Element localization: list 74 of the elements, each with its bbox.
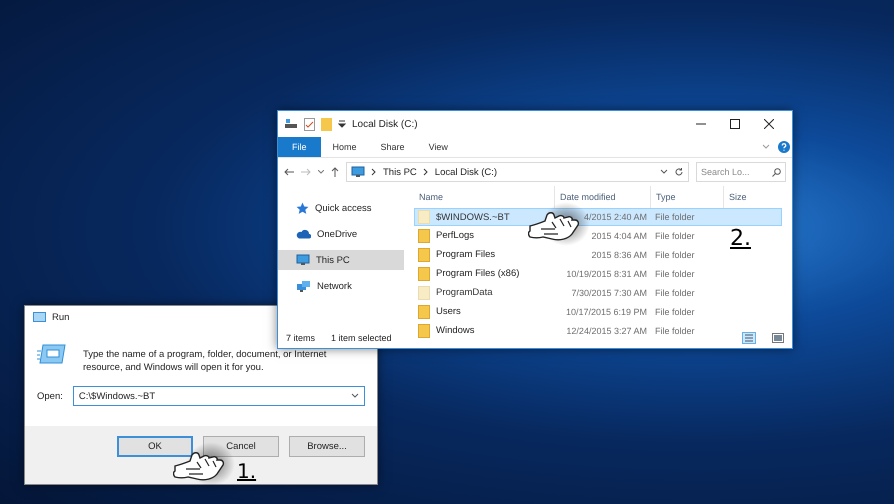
step-number: 2.: [730, 226, 751, 251]
details-view-icon[interactable]: [742, 332, 756, 344]
ribbon-tab[interactable]: Share: [368, 137, 417, 157]
chevron-right-icon: [371, 168, 377, 176]
breadcrumb[interactable]: Local Disk (C:): [434, 166, 498, 178]
selection-count: 1 item selected: [331, 333, 392, 343]
date-modified: 10/17/2015 6:19 PM: [564, 306, 648, 316]
dialog-title: Run: [52, 312, 70, 322]
dropdown-caret-icon[interactable]: [351, 393, 359, 399]
dialog-button[interactable]: Browse...: [289, 436, 365, 457]
file-name: Program Files (x86): [436, 268, 520, 279]
address-bar[interactable]: This PC Local Disk (C:): [346, 162, 689, 182]
dialog-button[interactable]: OK: [117, 436, 193, 457]
date-modified: 12/24/2015 3:27 AM: [565, 326, 648, 336]
help-icon[interactable]: [778, 141, 790, 153]
run-icon: [33, 312, 46, 322]
chevron-right-icon: [422, 168, 429, 176]
properties-icon[interactable]: [304, 118, 315, 130]
star-icon: [296, 202, 309, 214]
maximize-icon[interactable]: [730, 119, 740, 129]
date-modified: 7/30/2015 7:30 AM: [570, 288, 648, 298]
date-modified: 2015 4:04 AM: [590, 230, 648, 240]
breadcrumb[interactable]: This PC: [383, 166, 417, 178]
file-type: File folder: [654, 230, 696, 240]
file-name: PerfLogs: [436, 230, 474, 241]
search-icon: [772, 168, 781, 176]
date-modified: 2015 8:36 AM: [590, 250, 648, 260]
file-type: File folder: [654, 288, 696, 298]
file-type: File folder: [654, 212, 696, 222]
ribbon-tab[interactable]: Home: [320, 137, 369, 157]
close-icon[interactable]: [764, 119, 774, 129]
expand-ribbon-icon[interactable]: [762, 144, 770, 150]
customize-toolbar-icon[interactable]: [338, 120, 346, 128]
refresh-icon[interactable]: [674, 167, 684, 177]
file-type: File folder: [654, 250, 696, 260]
file-type: File folder: [654, 268, 696, 278]
step-number: 1.: [237, 460, 256, 482]
file-row[interactable]: Users 10/17/2015 6:19 PM File folder: [414, 303, 727, 321]
computer-icon: [296, 254, 310, 266]
column-header[interactable]: Name: [414, 186, 554, 208]
large-icons-view-icon[interactable]: [772, 333, 784, 343]
sidebar-item[interactable]: Quick access: [278, 198, 404, 218]
file-name: Users: [436, 306, 461, 317]
search-field[interactable]: Search Lo...: [696, 162, 786, 182]
file-name: Windows: [436, 325, 475, 336]
up-arrow-icon[interactable]: [331, 167, 339, 177]
field-label: Open:: [37, 390, 63, 402]
file-name: ProgramData: [436, 287, 492, 298]
dropdown-caret-icon[interactable]: [660, 169, 668, 175]
file-row[interactable]: PerfLogs 2015 4:04 AM File folder: [414, 227, 727, 245]
file-name: $WINDOWS.~BT: [436, 212, 510, 222]
sidebar-item[interactable]: OneDrive: [278, 224, 404, 244]
sidebar-item[interactable]: Network: [278, 276, 404, 296]
open-field[interactable]: C:\$Windows.~BT: [72, 386, 365, 406]
file-row[interactable]: Program Files (x86) 10/19/2015 8:31 AM File folder: [414, 265, 727, 283]
back-arrow-icon[interactable]: [284, 168, 294, 176]
network-icon: [296, 280, 311, 292]
window-title: Local Disk (C:): [352, 118, 419, 130]
file-row[interactable]: Windows 12/24/2015 3:27 AM File folder: [414, 322, 727, 340]
item-count: 7 items: [286, 333, 316, 343]
date-modified: 10/19/2015 8:31 AM: [565, 268, 648, 278]
file-name: Program Files: [436, 249, 496, 260]
ribbon-tab[interactable]: View: [416, 137, 460, 157]
ribbon-tab[interactable]: File: [278, 137, 321, 157]
sidebar-item[interactable]: This PC: [278, 250, 404, 270]
file-row[interactable]: Program Files 2015 8:36 AM File folder: [414, 246, 727, 264]
cloud-icon: [296, 229, 311, 239]
file-row[interactable]: ProgramData 7/30/2015 7:30 AM File folder: [414, 284, 727, 302]
dialog-message: Type the name of a program, folder, document, or Internet resource, and Windows will open it for you.: [83, 348, 328, 374]
run-program-icon: [37, 342, 67, 366]
file-type: File folder: [654, 326, 696, 336]
date-modified: 4/2015 2:40 AM: [582, 212, 648, 222]
recent-locations-icon[interactable]: [318, 170, 324, 174]
file-type: File folder: [654, 306, 696, 316]
